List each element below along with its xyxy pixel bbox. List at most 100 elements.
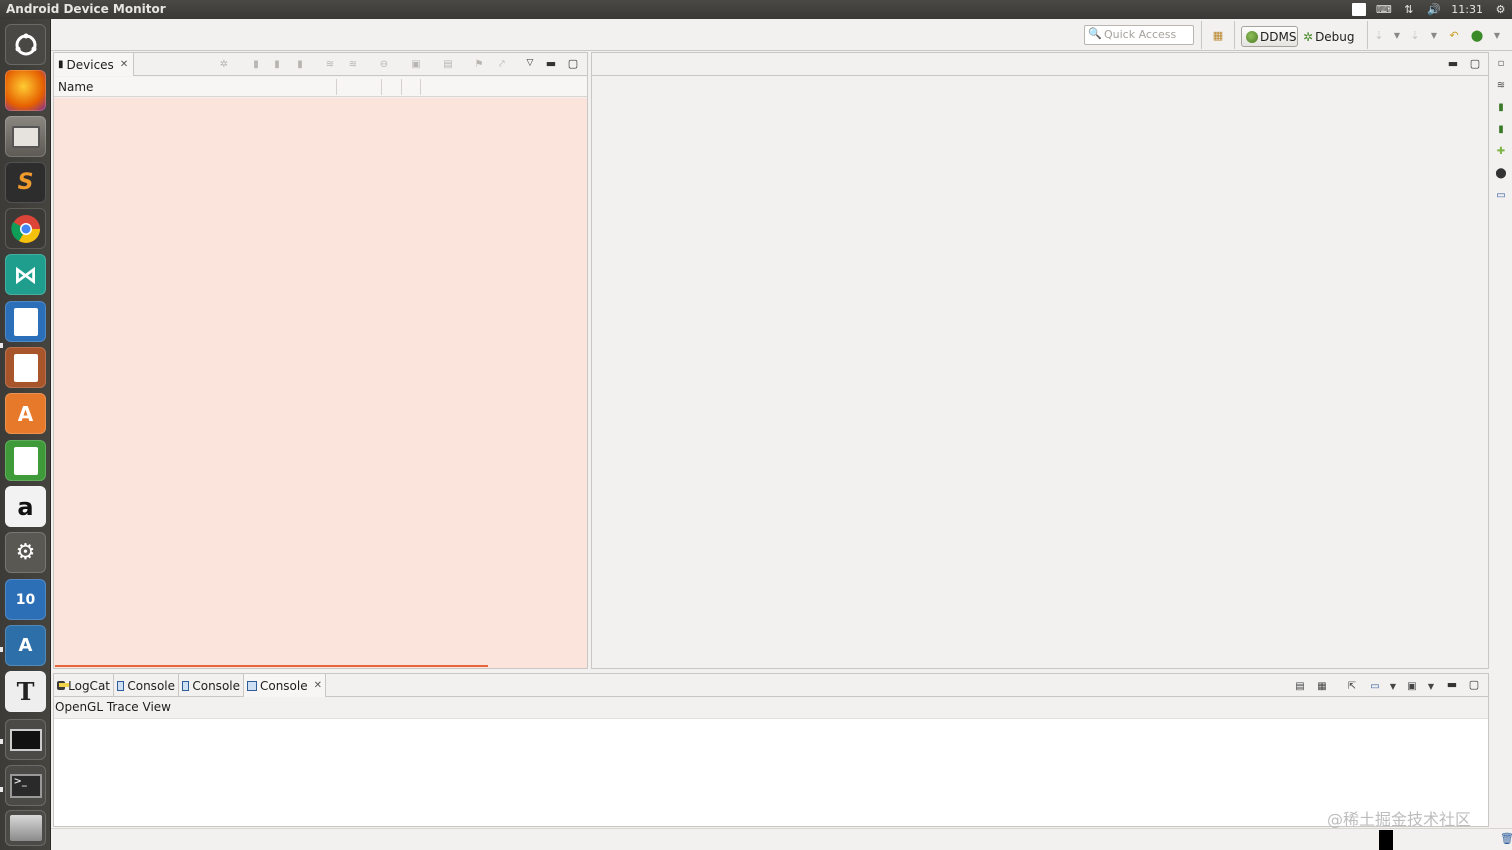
software-center-icon[interactable]: A <box>5 393 46 434</box>
running-indicator <box>0 787 3 792</box>
display-console-icon[interactable]: ▭ <box>1368 679 1382 693</box>
update-heap-icon[interactable]: ▮ <box>249 57 263 71</box>
visual-studio-icon[interactable]: ⋈ <box>5 254 46 295</box>
running-indicator <box>0 343 3 348</box>
volume-icon[interactable]: 🔊 <box>1426 3 1441 17</box>
devices-tab-label: Devices <box>66 57 114 72</box>
disks-icon[interactable] <box>5 810 46 846</box>
dash-icon[interactable] <box>5 24 46 65</box>
open-perspective-icon[interactable]: ▦ <box>1210 27 1226 43</box>
typora-icon[interactable]: T <box>5 671 46 712</box>
terminal-icon[interactable]: >_ <box>5 765 46 806</box>
tab-logcat-label: LogCat <box>68 678 110 693</box>
back-arrow-icon[interactable]: ↶ <box>1446 27 1462 43</box>
toolbar-separator <box>1367 21 1368 49</box>
toolbar-separator <box>1201 21 1202 49</box>
systrace-icon[interactable]: ⚑ <box>472 57 486 71</box>
stop-process-icon[interactable]: ⊖ <box>377 57 391 71</box>
open-console-icon[interactable]: ▣ <box>1405 679 1419 693</box>
start-method-profiling-icon[interactable]: ≋ <box>346 57 360 71</box>
cause-gc-icon[interactable]: ▮ <box>293 57 307 71</box>
dropdown-arrow-icon[interactable]: ▼ <box>1389 27 1405 43</box>
toolbar-separator <box>1234 21 1235 49</box>
impress-icon[interactable] <box>5 347 46 388</box>
file-explorer-icon[interactable]: ▭ <box>1494 188 1508 202</box>
tab-console-3[interactable]: Console ✕ <box>244 674 326 697</box>
system-settings-icon[interactable]: ⚙ <box>5 532 46 573</box>
perspective-debug-button[interactable]: ✲ Debug <box>1303 27 1355 47</box>
column-name-header[interactable]: Name <box>58 80 93 94</box>
dump-hprof-icon[interactable]: ▮ <box>270 57 284 71</box>
close-icon[interactable]: ✕ <box>314 680 322 691</box>
quick-access-field[interactable]: 🔍 Quick Access <box>1084 25 1194 45</box>
calc-icon[interactable] <box>5 440 46 481</box>
view-menu-icon[interactable]: ▽ <box>524 56 536 70</box>
console-icon <box>117 680 125 691</box>
tab-console-1-label: Console <box>127 678 175 693</box>
screen-icon[interactable] <box>5 719 46 760</box>
drive-x10-icon[interactable]: 10 <box>5 579 46 620</box>
console-output[interactable] <box>54 718 1488 826</box>
maximize-icon[interactable]: ▢ <box>1469 56 1481 70</box>
status-block <box>1379 830 1393 850</box>
debug-process-icon[interactable]: ✲ <box>217 57 231 71</box>
pin-console-icon[interactable]: ⇱ <box>1345 679 1359 693</box>
clock[interactable]: 11:31 <box>1451 3 1483 16</box>
android-studio-icon[interactable]: A <box>5 625 46 666</box>
network-stats-icon[interactable]: ⬤ <box>1494 166 1508 180</box>
input-method-icon[interactable]: ⌨ <box>1376 3 1392 17</box>
dump-view-hierarchy-icon[interactable]: ▤ <box>441 57 455 71</box>
maximize-icon[interactable]: ▢ <box>567 56 579 70</box>
dropdown-arrow-icon[interactable]: ▼ <box>1426 27 1442 43</box>
writer-icon[interactable] <box>5 301 46 342</box>
chrome-icon[interactable] <box>5 208 46 249</box>
step-icon[interactable]: ⇣ <box>1371 27 1387 43</box>
dropdown-arrow-icon[interactable]: ▼ <box>1424 679 1438 693</box>
system-gear-icon[interactable]: ⚙ <box>1493 3 1508 17</box>
trash-icon[interactable]: 🗑 <box>1500 832 1512 845</box>
perspective-ddms-button[interactable]: DDMS <box>1241 26 1298 47</box>
close-icon[interactable]: ✕ <box>120 59 128 70</box>
network-icon[interactable]: ⇅ <box>1401 3 1416 17</box>
tab-console-2[interactable]: Console <box>179 674 244 697</box>
column-divider[interactable] <box>420 79 421 95</box>
right-trim-stack: ▫ ≋ ▮ ▮ ✚ ⬤ ▭ <box>1490 52 1512 202</box>
console-icon <box>182 680 190 691</box>
restore-icon[interactable]: ▫ <box>1494 56 1508 70</box>
files-icon[interactable] <box>5 116 46 157</box>
sublime-text-icon[interactable]: S <box>5 162 46 203</box>
column-divider[interactable] <box>401 79 402 95</box>
step-over-icon[interactable]: ⇣ <box>1407 27 1423 43</box>
column-divider[interactable] <box>381 79 382 95</box>
allocation-tracker-icon[interactable]: ▮ <box>1494 122 1508 136</box>
update-threads-icon[interactable]: ≋ <box>323 57 337 71</box>
dropdown-arrow-icon[interactable]: ▼ <box>1489 27 1505 43</box>
opengl-trace-icon[interactable]: ⤤ <box>495 57 509 71</box>
column-divider[interactable] <box>336 79 337 95</box>
heap-icon[interactable]: ▮ <box>1494 100 1508 114</box>
devices-list[interactable] <box>54 98 587 668</box>
dropdown-arrow-icon[interactable]: ▼ <box>1386 679 1400 693</box>
minimize-icon[interactable]: ▬ <box>545 56 557 70</box>
devices-table-header: Name <box>54 77 587 97</box>
minimize-icon[interactable]: ▬ <box>1446 677 1458 691</box>
console-view: LogCat Console Console Console ✕ ▤ ▦ ⇱ ▭… <box>53 673 1489 827</box>
screen-capture-icon[interactable]: ▣ <box>409 57 423 71</box>
tab-logcat[interactable]: LogCat <box>54 674 114 697</box>
android-icon[interactable]: ✚ <box>1494 144 1508 158</box>
minimize-icon[interactable]: ▬ <box>1447 56 1459 70</box>
tab-devices[interactable]: ▮ Devices ✕ <box>54 53 134 76</box>
search-icon: 🔍 <box>1088 27 1102 40</box>
run-icon[interactable]: ⬤ <box>1469 27 1485 43</box>
maximize-icon[interactable]: ▢ <box>1468 677 1480 691</box>
editor-tab-row: ▬ ▢ <box>592 53 1488 76</box>
scroll-lock-icon[interactable]: ▦ <box>1315 679 1329 693</box>
amazon-icon[interactable]: a <box>5 486 46 527</box>
threads-icon[interactable]: ≋ <box>1494 78 1508 92</box>
keyboard-indicator-icon[interactable] <box>1351 3 1366 17</box>
firefox-icon[interactable] <box>5 70 46 111</box>
clear-console-icon[interactable]: ▤ <box>1293 679 1307 693</box>
ddms-label: DDMS <box>1260 29 1297 44</box>
horizontal-scrollbar[interactable] <box>55 665 488 667</box>
tab-console-1[interactable]: Console <box>114 674 179 697</box>
